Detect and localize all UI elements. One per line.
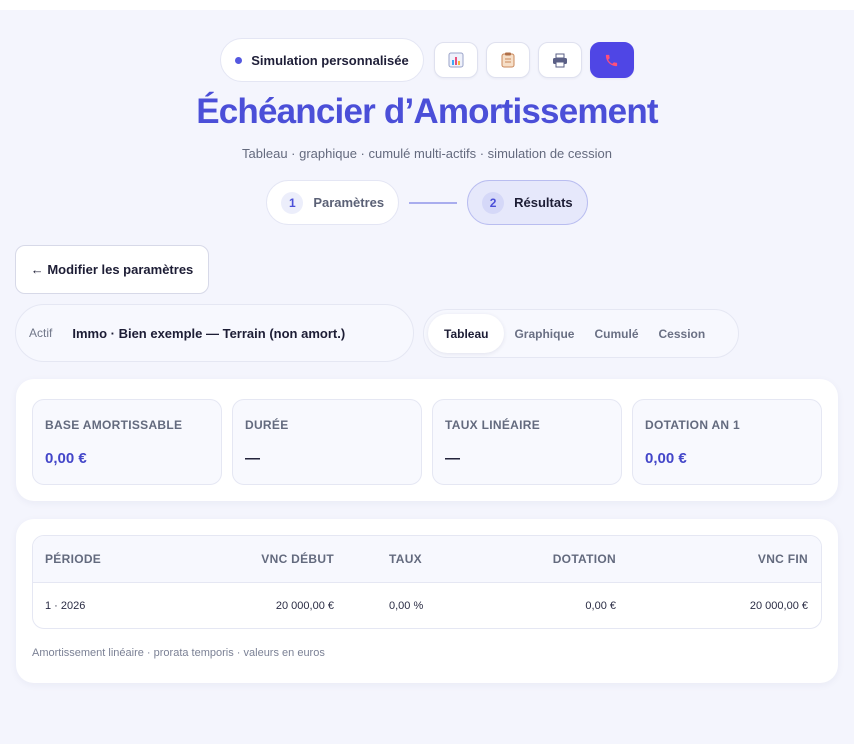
- stat-value: —: [245, 450, 260, 467]
- step-label: Résultats: [514, 195, 573, 210]
- cell-vnc-debut: 20 000,00 €: [275, 600, 334, 612]
- stat-value: 0,00 €: [645, 450, 687, 467]
- column-header-periode: PÉRIODE: [45, 552, 102, 566]
- stat-label: TAUX LINÉAIRE: [445, 418, 541, 432]
- stat-label: DURÉE: [245, 418, 289, 432]
- step-number: 2: [482, 191, 505, 214]
- view-tabs: Tableau Graphique Cumulé Cession: [423, 309, 739, 358]
- clipboard-icon: [501, 52, 515, 68]
- printer-icon: [552, 53, 567, 67]
- status-dot: [235, 56, 243, 64]
- column-header-taux: TAUX: [389, 552, 422, 566]
- cell-periode: 1 · 2026: [45, 600, 86, 612]
- table-header: PÉRIODE VNC DÉBUT TAUX DOTATION VNC FIN: [33, 536, 821, 583]
- asset-value: Immo · Bien exemple — Terrain (non amort…: [72, 325, 346, 341]
- call-button[interactable]: [589, 42, 634, 78]
- step-number: 1: [281, 191, 304, 214]
- asset-selector[interactable]: Actif Immo · Bien exemple — Terrain (non…: [15, 304, 414, 362]
- step-connector: [409, 201, 458, 204]
- stat-base-amortissable: BASE AMORTISSABLE 0,00 €: [32, 399, 222, 485]
- stat-label: DOTATION AN 1: [645, 418, 741, 432]
- stat-dotation-an-1: DOTATION AN 1 0,00 €: [632, 399, 822, 485]
- stepper: 1 Paramètres 2 Résultats: [0, 180, 854, 225]
- schedule-table: PÉRIODE VNC DÉBUT TAUX DOTATION VNC FIN …: [32, 535, 822, 629]
- column-header-vnc-fin: VNC FIN: [757, 552, 808, 566]
- clipboard-button[interactable]: [485, 42, 530, 78]
- tab-cumule[interactable]: Cumulé: [584, 314, 648, 353]
- cell-taux: 0,00 %: [389, 600, 424, 612]
- cell-vnc-fin: 20 000,00 €: [749, 600, 808, 612]
- column-header-vnc-debut: VNC DÉBUT: [261, 552, 334, 566]
- print-button[interactable]: [537, 42, 582, 78]
- chart-icon: [448, 52, 464, 68]
- header-toolbar: Simulation personnalisée: [0, 38, 854, 82]
- simulation-badge: Simulation personnalisée: [220, 38, 424, 82]
- step-parametres[interactable]: 1 Paramètres: [266, 180, 400, 225]
- stat-taux-lineaire: TAUX LINÉAIRE —: [432, 399, 622, 485]
- step-resultats[interactable]: 2 Résultats: [467, 180, 588, 225]
- page-subtitle: Tableau · graphique · cumulé multi-actif…: [242, 146, 612, 161]
- column-header-dotation: DOTATION: [552, 552, 616, 566]
- step-label: Paramètres: [313, 195, 385, 210]
- table-footnote: Amortissement linéaire · prorata tempori…: [32, 647, 325, 659]
- summary-card: BASE AMORTISSABLE 0,00 € DURÉE — TAUX LI…: [16, 379, 838, 501]
- stat-value: 0,00 €: [45, 450, 87, 467]
- tab-graphique[interactable]: Graphique: [504, 314, 584, 353]
- tab-tableau[interactable]: Tableau: [428, 314, 505, 353]
- cell-dotation: 0,00 €: [585, 600, 616, 612]
- page-title: Échéancier d’Amortissement: [196, 92, 658, 131]
- badge-label: Simulation personnalisée: [251, 52, 409, 68]
- phone-icon: [606, 54, 618, 66]
- chart-button[interactable]: [433, 42, 478, 78]
- top-strip: [0, 0, 854, 10]
- tab-cession[interactable]: Cession: [649, 314, 716, 353]
- stat-duree: DURÉE —: [232, 399, 422, 485]
- schedule-card: PÉRIODE VNC DÉBUT TAUX DOTATION VNC FIN …: [16, 519, 838, 683]
- asset-label: Actif: [29, 326, 53, 340]
- stat-value: —: [445, 450, 460, 467]
- modify-parameters-button[interactable]: ← Modifier les paramètres: [15, 245, 209, 294]
- table-row: 1 · 2026 20 000,00 € 0,00 % 0,00 € 20 00…: [33, 583, 821, 628]
- stat-label: BASE AMORTISSABLE: [45, 418, 183, 432]
